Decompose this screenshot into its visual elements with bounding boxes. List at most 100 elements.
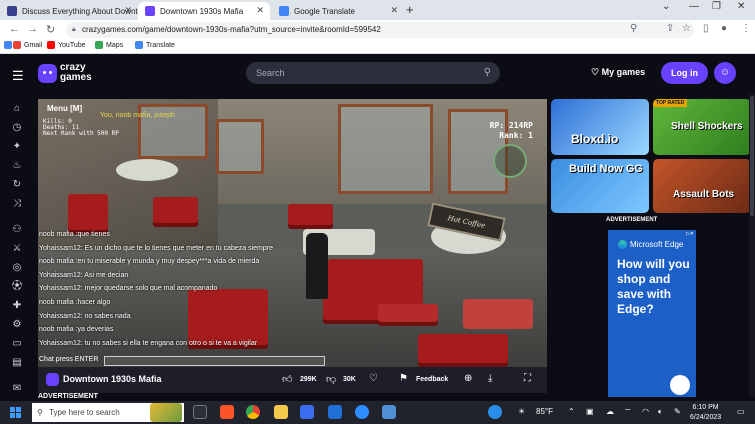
feedback-icon[interactable]: ⚑: [399, 373, 408, 384]
reload-icon[interactable]: ↻: [46, 23, 55, 36]
network-icon[interactable]: ⌔: [624, 407, 632, 417]
apps-icon[interactable]: [4, 41, 12, 49]
address-bar[interactable]: 🔒︎ crazygames.com/game/downtown-1930s-ma…: [66, 22, 694, 38]
menu-dots-icon[interactable]: ⋮: [741, 23, 751, 34]
feedback-button[interactable]: Feedback: [416, 376, 448, 383]
bookmark-maps[interactable]: Maps: [95, 41, 123, 49]
translate-icon: [135, 41, 143, 49]
game-canvas[interactable]: Hot Coffee Menu [M] Kills: 0 Deaths: 11 …: [38, 99, 547, 367]
embed-icon[interactable]: ⊕: [464, 373, 472, 384]
close-tab-icon[interactable]: ✕: [124, 5, 132, 16]
youtube-icon: [47, 41, 55, 49]
weather-icon[interactable]: ☀: [518, 407, 525, 416]
tray-app-icon[interactable]: ▣: [586, 407, 594, 416]
tab-search-icon[interactable]: ⌄: [662, 1, 670, 12]
tab-discuss[interactable]: Discuss Everything About Downt ✕: [0, 2, 138, 20]
car-icon[interactable]: ▭: [10, 337, 24, 351]
multiplayer-icon[interactable]: ⚇: [10, 223, 24, 237]
pen-icon[interactable]: ✎: [674, 407, 681, 416]
photos-icon[interactable]: [382, 405, 396, 419]
game-menu-button[interactable]: Menu [M]: [47, 104, 82, 113]
fullscreen-icon[interactable]: ⛶: [524, 373, 531, 384]
weather-temp[interactable]: 85°F: [536, 407, 553, 416]
game-thumb-shell-shockers[interactable]: TOP RATED Shell Shockers: [653, 99, 751, 155]
news-widget-icon[interactable]: [150, 403, 182, 422]
bookmark-translate[interactable]: Translate: [135, 41, 175, 49]
wifi-icon[interactable]: ◠: [642, 407, 649, 416]
windows-start-icon[interactable]: [10, 407, 21, 418]
restore-button[interactable]: ❐: [712, 1, 721, 12]
like-icon[interactable]: 👍︎: [282, 373, 292, 385]
help-icon[interactable]: [488, 405, 502, 419]
store-icon[interactable]: [300, 405, 314, 419]
cards-icon[interactable]: ▤: [10, 356, 24, 370]
brave-icon[interactable]: [220, 405, 234, 419]
user-avatar-icon[interactable]: ☺: [714, 62, 736, 84]
favorite-heart-icon[interactable]: ♡: [369, 373, 378, 384]
translate-favicon-icon: [279, 6, 289, 16]
minimize-button[interactable]: —: [689, 1, 699, 12]
close-tab-icon[interactable]: ✕: [256, 5, 264, 16]
radar-minimap: [493, 144, 527, 178]
lock-icon: 🔒︎: [72, 26, 76, 33]
forward-icon[interactable]: →: [27, 23, 38, 35]
mail-icon[interactable]: ✉: [10, 382, 24, 396]
browser-tab-strip: Discuss Everything About Downt ✕ Downtow…: [0, 0, 755, 20]
bookmark-youtube[interactable]: YouTube: [47, 41, 86, 49]
back-icon[interactable]: ←: [9, 23, 20, 35]
dislike-icon[interactable]: 👎︎: [326, 373, 336, 385]
task-view-icon[interactable]: [193, 405, 207, 419]
puzzle-icon[interactable]: ✚: [10, 299, 24, 313]
chrome-icon[interactable]: [246, 405, 260, 419]
new-tab-button[interactable]: +: [406, 2, 414, 17]
download-icon[interactable]: ⤓: [488, 373, 492, 384]
close-tab-icon[interactable]: ✕: [390, 5, 398, 16]
sidebar-toggle-icon[interactable]: ▯: [703, 23, 709, 34]
my-games-button[interactable]: ♡ My games: [591, 67, 645, 78]
bookmark-star-icon[interactable]: ☆: [682, 23, 691, 34]
random-icon[interactable]: ⤨: [10, 197, 24, 211]
mail-app-icon[interactable]: [328, 405, 342, 419]
hamburger-menu-icon[interactable]: ☰: [12, 68, 24, 84]
edge-swirl-icon: [670, 375, 690, 395]
tray-onedrive-icon[interactable]: ☁: [606, 407, 614, 416]
game-thumb-assault-bots[interactable]: Assault Bots: [653, 159, 751, 213]
recent-icon[interactable]: ◷: [10, 121, 24, 135]
crazygames-favicon-icon: [145, 6, 155, 16]
close-window-button[interactable]: ✕: [737, 1, 745, 12]
address-toolbar: ← → ↻ 🔒︎ crazygames.com/game/downtown-19…: [0, 20, 755, 40]
page-scrollbar[interactable]: [749, 93, 755, 397]
file-explorer-icon[interactable]: [274, 405, 288, 419]
action-icon[interactable]: ⚔: [10, 242, 24, 256]
system-clock[interactable]: 6:10 PM 6/24/2023: [690, 403, 721, 423]
crazygames-logo-icon[interactable]: [38, 64, 57, 83]
tray-chevron-icon[interactable]: ⌃: [568, 407, 575, 416]
login-button[interactable]: Log in: [661, 62, 708, 84]
updated-icon[interactable]: ↻: [10, 178, 24, 192]
trending-icon[interactable]: ♨: [10, 159, 24, 173]
adchoices-icon[interactable]: ▷✕: [686, 231, 694, 237]
site-logo[interactable]: crazy games: [60, 63, 92, 83]
game-thumb-build-now[interactable]: Build Now GG: [551, 159, 649, 213]
bike-icon[interactable]: ⚙: [10, 318, 24, 332]
tab-translate[interactable]: Google Translate ✕: [272, 2, 404, 20]
tab-game[interactable]: Downtown 1930s Mafia ✕: [138, 2, 270, 20]
adventure-icon[interactable]: ◎: [10, 261, 24, 275]
new-icon[interactable]: ✦: [10, 140, 24, 154]
search-icon[interactable]: ⚲: [484, 62, 491, 84]
home-icon[interactable]: ⌂: [10, 102, 24, 116]
player-character: [306, 233, 328, 299]
notifications-icon[interactable]: ▭: [737, 407, 745, 416]
chat-input[interactable]: [104, 356, 325, 366]
search-input[interactable]: Search ⚲: [246, 62, 500, 84]
volume-icon[interactable]: 🔈︎: [658, 407, 663, 417]
game-thumb-bloxd[interactable]: Bloxd.io: [551, 99, 649, 155]
zoom-icon[interactable]: ⚲: [630, 23, 637, 34]
sports-icon[interactable]: ⚽︎: [10, 280, 24, 294]
bookmark-gmail[interactable]: Gmail: [13, 41, 42, 49]
edge-advertisement[interactable]: ▷✕ Microsoft Edge How will you shop and …: [608, 230, 696, 397]
zoom-app-icon[interactable]: [355, 405, 369, 419]
profile-icon[interactable]: ●: [721, 23, 727, 34]
chat-message: Yohaissam12: no sabes nada: [39, 312, 131, 320]
share-icon[interactable]: ⇪: [666, 23, 674, 34]
